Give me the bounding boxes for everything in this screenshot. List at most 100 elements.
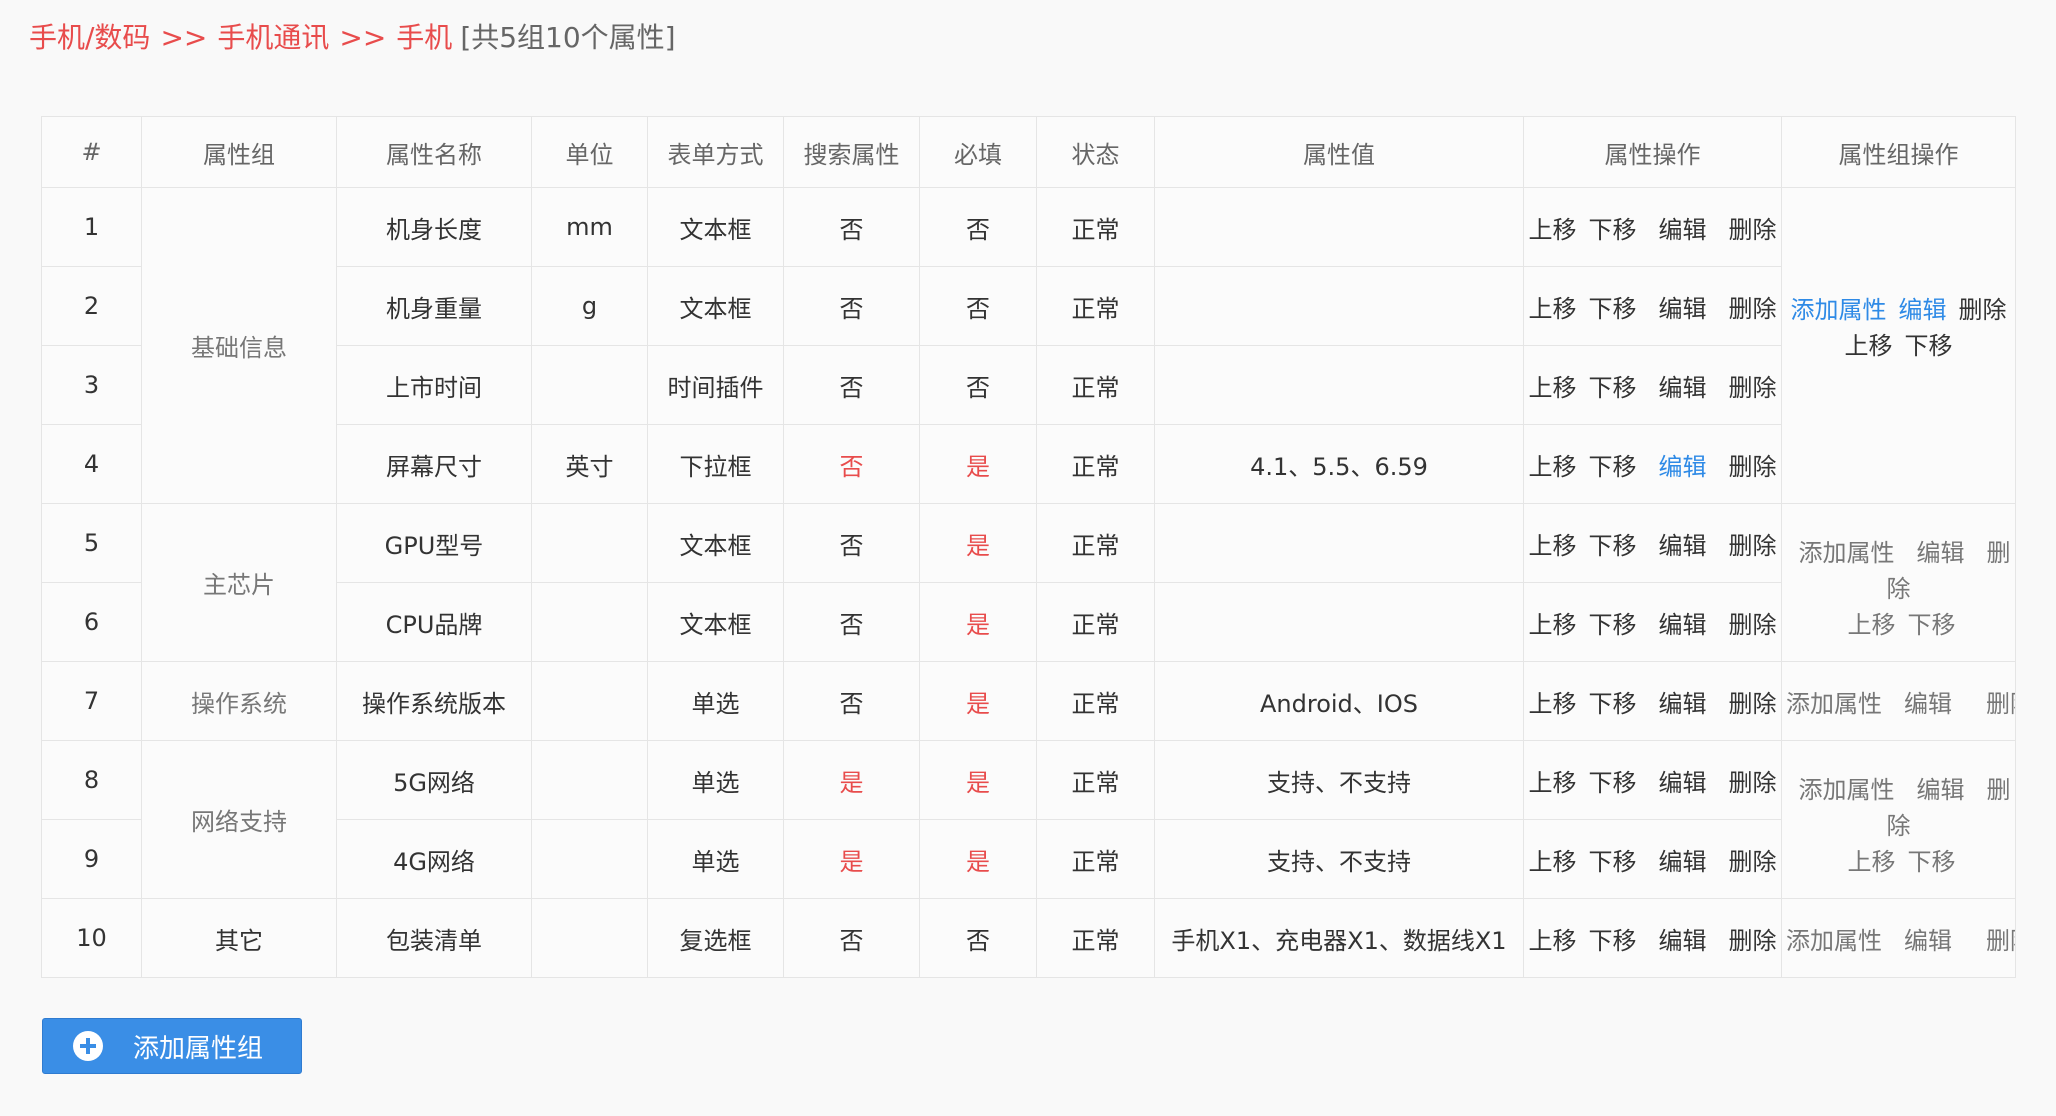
move-up-link[interactable]: 上移 [1529,216,1577,244]
cell-name: 5G网络 [336,740,532,820]
move-up-link[interactable]: 上移 [1529,611,1577,639]
move-up-link[interactable]: 上移 [1529,769,1577,797]
group-delete-link[interactable]: 删除 [1986,690,2015,718]
breadcrumb-item-current[interactable]: 手机 [396,21,452,54]
cell-group-ops: 添加属性编辑 删除 [1781,661,2016,741]
move-up-link[interactable]: 上移 [1529,453,1577,481]
cell-name: 包装清单 [336,898,532,978]
group-delete-link-part1[interactable]: 删 [1987,776,2011,804]
cell-no: 6 [41,582,142,662]
cell-no: 2 [41,266,142,346]
cell-status: 正常 [1036,582,1155,662]
edit-link[interactable]: 编辑 [1659,690,1707,718]
cell-status: 正常 [1036,740,1155,820]
group-edit-link[interactable]: 编辑 [1917,539,1965,567]
group-move-up-link[interactable]: 上移 [1848,848,1896,876]
cell-no: 1 [41,187,142,267]
group-edit-link[interactable]: 编辑 [1917,776,1965,804]
breadcrumb: 手机/数码 >> 手机通讯 >> 手机 [共5组10个属性] [29,16,676,60]
cell-search: 否 [783,582,920,662]
move-down-link[interactable]: 下移 [1589,927,1637,955]
cell-form: 文本框 [647,503,784,583]
cell-values: 支持、不支持 [1154,819,1524,899]
add-attribute-group-button[interactable]: 添加属性组 [42,1018,302,1074]
add-attribute-link[interactable]: 添加属性 [1786,927,1882,955]
edit-link[interactable]: 编辑 [1659,453,1707,481]
cell-group: 其它 [141,898,337,978]
group-move-up-link[interactable]: 上移 [1845,332,1893,360]
table-row: 6 CPU品牌 文本框 否 是 正常 上移 下移 编辑 删除 [41,582,2016,662]
edit-link[interactable]: 编辑 [1659,216,1707,244]
cell-required: 否 [919,345,1037,425]
delete-link[interactable]: 删除 [1729,927,1777,955]
group-delete-link-part2[interactable]: 除 [1887,575,1911,603]
move-down-link[interactable]: 下移 [1589,611,1637,639]
add-attribute-link[interactable]: 添加属性 [1791,296,1887,324]
delete-link[interactable]: 删除 [1729,690,1777,718]
cell-unit [531,345,648,425]
add-attribute-link[interactable]: 添加属性 [1786,690,1882,718]
group-delete-link-part1[interactable]: 删 [1987,539,2011,567]
add-attribute-link[interactable]: 添加属性 [1799,539,1895,567]
move-up-link[interactable]: 上移 [1529,374,1577,402]
group-edit-link[interactable]: 编辑 [1899,296,1947,324]
delete-link[interactable]: 删除 [1729,374,1777,402]
move-up-link[interactable]: 上移 [1529,532,1577,560]
delete-link[interactable]: 删除 [1729,769,1777,797]
move-up-link[interactable]: 上移 [1529,848,1577,876]
delete-link[interactable]: 删除 [1729,453,1777,481]
group-delete-link[interactable]: 删除 [1959,296,2007,324]
cell-unit [531,582,648,662]
delete-link[interactable]: 删除 [1729,611,1777,639]
cell-attr-ops: 上移 下移 编辑 删除 [1523,661,1782,741]
delete-link[interactable]: 删除 [1729,532,1777,560]
cell-name: 操作系统版本 [336,661,532,741]
cell-attr-ops: 上移 下移 编辑 删除 [1523,424,1782,504]
cell-values [1154,582,1524,662]
cell-no: 9 [41,819,142,899]
group-edit-link[interactable]: 编辑 [1904,927,1952,955]
delete-link[interactable]: 删除 [1729,848,1777,876]
group-move-down-link[interactable]: 下移 [1908,611,1956,639]
group-delete-link[interactable]: 删除 [1986,927,2015,955]
move-down-link[interactable]: 下移 [1589,690,1637,718]
move-down-link[interactable]: 下移 [1589,769,1637,797]
group-move-down-link[interactable]: 下移 [1905,332,1953,360]
cell-search: 否 [783,503,920,583]
group-delete-link-part2[interactable]: 除 [1887,812,1911,840]
move-down-link[interactable]: 下移 [1589,216,1637,244]
table-row: 7 操作系统 操作系统版本 单选 否 是 正常 Android、IOS 上移 下移… [41,661,2016,741]
delete-link[interactable]: 删除 [1729,216,1777,244]
move-down-link[interactable]: 下移 [1589,532,1637,560]
breadcrumb-item-category[interactable]: 手机/数码 [29,21,150,54]
breadcrumb-separator: >> [160,21,208,54]
edit-link[interactable]: 编辑 [1659,532,1707,560]
delete-link[interactable]: 删除 [1729,295,1777,323]
cell-attr-ops: 上移 下移 编辑 删除 [1523,266,1782,346]
move-up-link[interactable]: 上移 [1529,295,1577,323]
cell-attr-ops: 上移 下移 编辑 删除 [1523,503,1782,583]
edit-link[interactable]: 编辑 [1659,927,1707,955]
cell-unit: mm [531,187,648,267]
edit-link[interactable]: 编辑 [1659,769,1707,797]
attribute-count: [共5组10个属性] [460,21,676,54]
move-down-link[interactable]: 下移 [1589,374,1637,402]
group-move-down-link[interactable]: 下移 [1908,848,1956,876]
edit-link[interactable]: 编辑 [1659,295,1707,323]
table-row: 5 主芯片 GPU型号 文本框 否 是 正常 上移 下移 编辑 删除 添加属性 编辑删 … [41,503,2016,662]
add-attribute-link[interactable]: 添加属性 [1799,776,1895,804]
move-up-link[interactable]: 上移 [1529,927,1577,955]
move-down-link[interactable]: 下移 [1589,848,1637,876]
move-down-link[interactable]: 下移 [1589,453,1637,481]
move-up-link[interactable]: 上移 [1529,690,1577,718]
group-edit-link[interactable]: 编辑 [1904,690,1952,718]
edit-link[interactable]: 编辑 [1659,374,1707,402]
move-down-link[interactable]: 下移 [1589,295,1637,323]
header-values: 属性值 [1154,116,1524,188]
cell-search: 否 [783,345,920,425]
group-move-up-link[interactable]: 上移 [1848,611,1896,639]
edit-link[interactable]: 编辑 [1659,848,1707,876]
edit-link[interactable]: 编辑 [1659,611,1707,639]
breadcrumb-item-subcategory[interactable]: 手机通讯 [217,21,329,54]
cell-required: 是 [919,661,1037,741]
